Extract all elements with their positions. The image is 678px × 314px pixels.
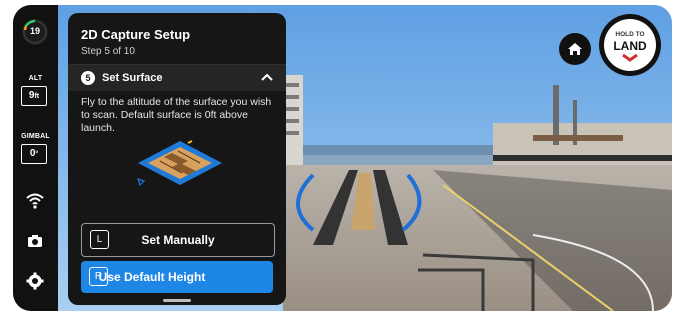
status-sidebar: 19 ALT 9ft GIMBAL 0° xyxy=(13,5,58,311)
battery-percent: 19 xyxy=(29,26,40,36)
altitude-unit: ft xyxy=(34,93,40,100)
land-hold-text: HOLD TO xyxy=(615,31,645,38)
capture-setup-panel: 2D Capture Setup Step 5 of 10 5 Set Surf… xyxy=(68,13,286,305)
set-manually-label: Set Manually xyxy=(141,233,215,247)
step-number-badge: 5 xyxy=(81,71,95,85)
step-indicator: Step 5 of 10 xyxy=(81,46,135,57)
gimbal-value-box: 0° xyxy=(21,144,47,164)
return-home-button[interactable] xyxy=(559,33,591,65)
chevron-up-icon[interactable] xyxy=(260,71,274,85)
device-frame: 19 ALT 9ft GIMBAL 0° 2D Capture Setup St… xyxy=(0,0,678,314)
section-description: Fly to the altitude of the surface you w… xyxy=(81,96,272,134)
use-default-height-button[interactable]: R Use Default Height xyxy=(81,261,273,293)
battery-indicator: 19 xyxy=(22,19,48,45)
land-button-face: HOLD TO LAND xyxy=(604,19,656,71)
app-screen: 19 ALT 9ft GIMBAL 0° 2D Capture Setup St… xyxy=(13,5,672,311)
altitude-label: ALT xyxy=(28,75,43,82)
hold-to-land-button[interactable]: HOLD TO LAND xyxy=(599,14,661,76)
home-icon xyxy=(568,43,582,55)
panel-drag-handle[interactable] xyxy=(163,299,191,302)
camera-icon[interactable] xyxy=(25,231,45,251)
panel-title: 2D Capture Setup xyxy=(81,27,191,42)
land-text: LAND xyxy=(613,39,647,53)
set-manually-button[interactable]: L Set Manually xyxy=(81,223,275,257)
section-header-set-surface[interactable]: 5 Set Surface xyxy=(68,65,286,91)
wifi-icon[interactable] xyxy=(25,191,45,211)
surface-illustration-icon xyxy=(137,140,222,187)
use-default-height-label: Use Default Height xyxy=(98,270,206,284)
gimbal-label: GIMBAL xyxy=(21,133,50,140)
altitude-value-box: 9ft xyxy=(21,86,47,106)
settings-gear-icon[interactable] xyxy=(25,271,45,291)
gimbal-unit: ° xyxy=(35,151,39,158)
section-title: Set Surface xyxy=(102,72,163,84)
chevron-down-icon xyxy=(622,53,638,62)
